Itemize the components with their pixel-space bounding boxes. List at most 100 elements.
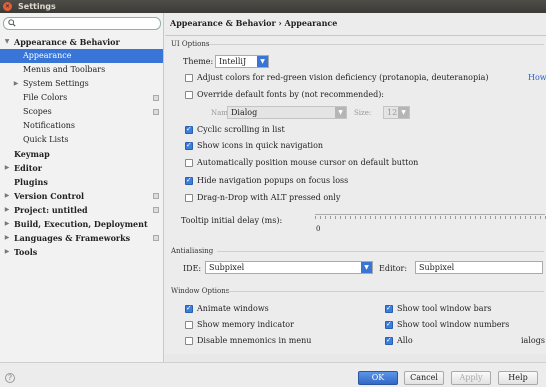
allow-option-label: Allo — [397, 336, 413, 345]
sidebar-item-label: Editor — [14, 163, 42, 173]
hide-nav-popups-checkbox[interactable] — [185, 176, 193, 185]
sidebar-item-label: System Settings — [23, 79, 89, 88]
slider-tick — [510, 216, 511, 219]
memory-indicator-checkbox[interactable] — [185, 321, 193, 329]
chevron-right-icon: ▶ — [13, 80, 19, 87]
sidebar-item[interactable]: File Colors — [0, 91, 163, 105]
chevron-right-icon: ▶ — [4, 206, 10, 213]
sidebar-item[interactable]: Menus and Toolbars — [0, 63, 163, 77]
sidebar-item[interactable]: ▶ Build, Execution, Deployment — [0, 217, 163, 231]
override-fonts-checkbox[interactable] — [185, 91, 193, 99]
sidebar-item[interactable]: ▶ Project: untitled — [0, 203, 163, 217]
dialogs-option-label: ialogs — [521, 336, 545, 345]
sidebar-item-label: Appearance — [23, 51, 72, 60]
sidebar-item-label: Appearance & Behavior — [14, 37, 120, 47]
cyclic-scrolling-label: Cyclic scrolling in list — [197, 125, 285, 134]
sidebar-item[interactable]: Quick Lists — [0, 133, 163, 147]
search-input[interactable] — [3, 17, 161, 30]
tooltip-delay-slider[interactable] — [315, 211, 546, 225]
slider-tick — [390, 216, 391, 219]
sidebar-item[interactable]: ▶ Tools — [0, 245, 163, 259]
help-button[interactable]: Help — [498, 371, 538, 385]
ide-aa-select[interactable]: Subpixel ▼ — [205, 261, 373, 274]
font-size-label: Size: — [354, 109, 372, 117]
allow-option-checkbox[interactable] — [385, 336, 393, 345]
sidebar-item[interactable]: ▶ Editor — [0, 161, 163, 175]
tool-window-bars-label: Show tool window bars — [397, 304, 492, 313]
horizontal-scrollbar[interactable] — [165, 354, 546, 362]
slider-tick — [455, 216, 456, 219]
ide-aa-label: IDE: — [183, 264, 202, 273]
adjust-colors-checkbox[interactable] — [185, 74, 193, 82]
show-icons-checkbox[interactable] — [185, 141, 193, 150]
tool-window-bars-checkbox[interactable] — [385, 304, 393, 313]
drag-drop-alt-checkbox[interactable] — [185, 194, 193, 202]
override-fonts-label: Override default fonts by (not recommend… — [197, 90, 385, 99]
ok-button[interactable]: OK — [358, 371, 398, 385]
slider-tick — [440, 216, 441, 219]
slider-tick — [405, 216, 406, 219]
theme-value: IntelliJ — [219, 57, 247, 66]
slider-tick — [395, 216, 396, 219]
cancel-button[interactable]: Cancel — [404, 371, 444, 385]
slider-tick — [330, 216, 331, 219]
help-question-icon[interactable]: ? — [5, 373, 15, 383]
slider-tick — [350, 216, 351, 219]
settings-window: ▼ Appearance & Behavior Appearance Menus an… — [0, 13, 546, 387]
sidebar-item[interactable]: Scopes — [0, 105, 163, 119]
slider-tick — [340, 216, 341, 219]
slider-tick — [500, 216, 501, 219]
tool-window-numbers-checkbox[interactable] — [385, 320, 393, 329]
sidebar-item[interactable]: ▶ Version Control — [0, 189, 163, 203]
font-size-select[interactable]: 12 ▼ — [383, 106, 410, 119]
ui-options-section-label: UI Options — [171, 40, 210, 48]
sidebar-item[interactable]: Keymap — [0, 147, 163, 161]
font-name-select[interactable]: Dialog ▼ — [227, 106, 347, 119]
ide-aa-value: Subpixel — [209, 263, 245, 272]
cyclic-scrolling-checkbox[interactable] — [185, 125, 193, 134]
animate-windows-checkbox[interactable] — [185, 304, 193, 313]
editor-aa-select[interactable]: Subpixel — [415, 261, 543, 274]
antialiasing-section-label: Antialiasing — [171, 247, 214, 255]
section-divider — [227, 291, 544, 292]
sidebar-item[interactable]: Appearance — [0, 49, 163, 63]
editor-aa-value: Subpixel — [419, 263, 455, 272]
settings-tree: ▼ Appearance & Behavior Appearance Menus an… — [0, 35, 163, 259]
tool-window-numbers-label: Show tool window numbers — [397, 320, 510, 329]
slider-tick — [355, 216, 356, 219]
sidebar-item[interactable]: ▶ System Settings — [0, 77, 163, 91]
disable-mnemonics-checkbox[interactable] — [185, 337, 193, 345]
slider-tick — [485, 216, 486, 219]
appearance-panel: Appearance & Behavior › Appearance UI Op… — [165, 13, 546, 387]
close-icon[interactable]: ✕ — [3, 2, 12, 11]
theme-label: Theme: — [183, 57, 214, 66]
how-link[interactable]: How — [528, 73, 546, 82]
apply-button[interactable]: Apply — [451, 371, 491, 385]
slider-tick — [445, 216, 446, 219]
slider-track — [315, 214, 545, 215]
auto-position-checkbox[interactable] — [185, 159, 193, 167]
sidebar-item[interactable]: Plugins — [0, 175, 163, 189]
theme-select[interactable]: IntelliJ ▼ — [215, 55, 269, 68]
slider-tick — [475, 216, 476, 219]
sidebar-item-label: Keymap — [14, 149, 50, 159]
project-config-icon — [153, 235, 159, 241]
slider-tick — [490, 216, 491, 219]
editor-aa-label: Editor: — [379, 264, 408, 273]
slider-tick — [520, 216, 521, 219]
slider-tick — [480, 216, 481, 219]
window-options-section-label: Window Options — [171, 287, 230, 295]
sidebar-item-label: Quick Lists — [23, 135, 69, 144]
sidebar-item[interactable]: ▼ Appearance & Behavior — [0, 35, 163, 49]
slider-tick — [435, 216, 436, 219]
tooltip-delay-label: Tooltip initial delay (ms): — [181, 216, 283, 225]
slider-tick — [410, 216, 411, 219]
sidebar-item[interactable]: ▶ Languages & Frameworks — [0, 231, 163, 245]
chevron-down-icon: ▼ — [361, 262, 372, 273]
sidebar-item[interactable]: Notifications — [0, 119, 163, 133]
chevron-down-icon: ▼ — [398, 107, 409, 118]
sidebar-item-label: File Colors — [23, 93, 68, 102]
sidebar-item-label: Plugins — [14, 177, 48, 187]
slider-tick — [345, 216, 346, 219]
sidebar-item-label: Project: untitled — [14, 205, 88, 215]
